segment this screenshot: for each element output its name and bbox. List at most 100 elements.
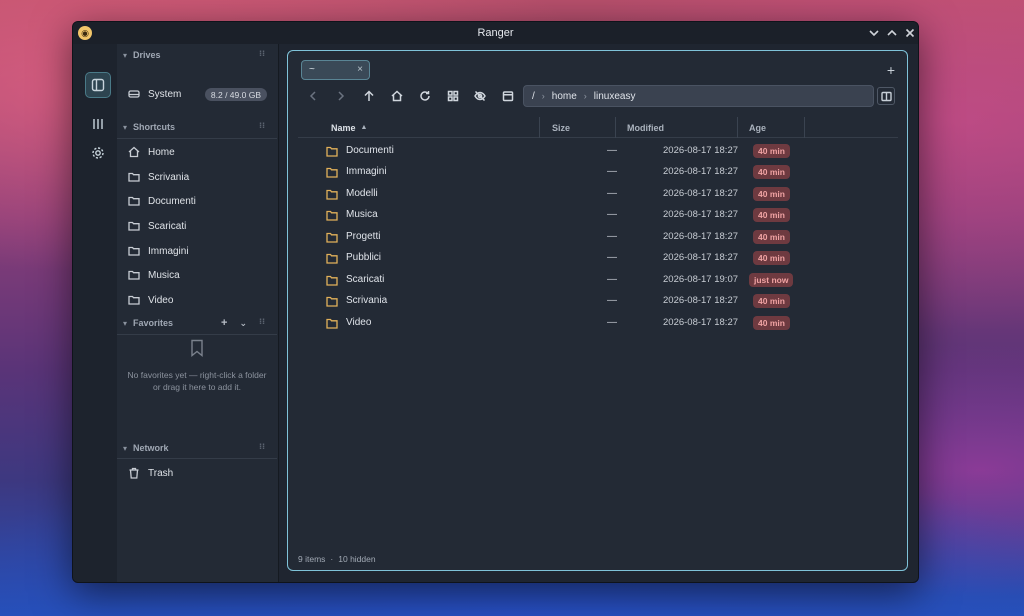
table-row[interactable]: Video — 2026-08-17 18:27 40 min bbox=[298, 313, 898, 334]
path-separator: › bbox=[541, 91, 545, 101]
grid-view-button[interactable] bbox=[443, 86, 463, 106]
section-header-favorites[interactable]: ▾ Favorites + ⌄ ⁝⁝ bbox=[117, 313, 277, 333]
forward-button[interactable] bbox=[331, 86, 351, 106]
divider bbox=[117, 138, 277, 139]
table-row[interactable]: Musica — 2026-08-17 18:27 40 min bbox=[298, 205, 898, 226]
favorites-empty-state: No favorites yet — right-click a folder … bbox=[117, 339, 277, 393]
path-segment-user[interactable]: linuxeasy bbox=[594, 91, 636, 102]
table-row[interactable]: Documenti — 2026-08-17 18:27 40 min bbox=[298, 141, 898, 162]
sidebar-item-label: Trash bbox=[148, 467, 174, 479]
path-segment-home[interactable]: home bbox=[552, 91, 577, 102]
table-row[interactable]: Immagini — 2026-08-17 18:27 40 min bbox=[298, 162, 898, 183]
minimize-button[interactable] bbox=[866, 25, 882, 41]
close-button[interactable] bbox=[902, 25, 918, 41]
home-icon bbox=[128, 146, 140, 158]
drag-handle-icon[interactable]: ⁝⁝ bbox=[259, 443, 265, 451]
drag-handle-icon[interactable]: ⁝⁝ bbox=[259, 50, 265, 58]
file-size: — bbox=[607, 145, 617, 156]
sidebar-item-immagini[interactable]: Immagini bbox=[117, 240, 277, 262]
refresh-button[interactable] bbox=[415, 86, 435, 106]
section-title: Shortcuts bbox=[133, 122, 176, 132]
column-divider[interactable] bbox=[539, 117, 540, 138]
folder-icon bbox=[326, 210, 338, 221]
chevron-down-icon: ▾ bbox=[123, 443, 128, 453]
hidden-count: 10 hidden bbox=[338, 554, 376, 564]
chevron-down-icon[interactable]: ⌄ bbox=[239, 318, 247, 329]
settings-button[interactable] bbox=[85, 140, 111, 166]
table-row[interactable]: Scrivania — 2026-08-17 18:27 40 min bbox=[298, 291, 898, 312]
column-header-size[interactable]: Size bbox=[552, 117, 570, 138]
section-header-drives[interactable]: ▾ Drives ⁝⁝ bbox=[117, 45, 277, 65]
section-title: Drives bbox=[133, 50, 161, 60]
toggle-hidden-button[interactable] bbox=[470, 86, 490, 106]
sidebar-item-video[interactable]: Video bbox=[117, 289, 277, 311]
column-label: Name bbox=[331, 122, 356, 133]
column-divider[interactable] bbox=[615, 117, 616, 138]
new-tab-button[interactable]: + bbox=[887, 62, 895, 78]
table-row[interactable]: Modelli — 2026-08-17 18:27 40 min bbox=[298, 184, 898, 205]
home-icon bbox=[391, 90, 403, 102]
split-view-button[interactable] bbox=[877, 87, 895, 105]
file-size: — bbox=[607, 252, 617, 263]
sidebar-item-label: Documenti bbox=[148, 195, 196, 207]
file-name: Progetti bbox=[346, 231, 381, 242]
column-divider[interactable] bbox=[737, 117, 738, 138]
column-header-age[interactable]: Age bbox=[749, 117, 766, 138]
file-name: Pubblici bbox=[346, 252, 382, 263]
folder-icon bbox=[326, 296, 338, 307]
column-header-modified[interactable]: Modified bbox=[627, 117, 664, 138]
places-sidebar: ▾ Drives ⁝⁝ System 8.2 / 49.0 GB ▾ Short… bbox=[117, 44, 279, 582]
sidebar-item-label: Video bbox=[148, 294, 174, 306]
sidebar-item-system[interactable]: System 8.2 / 49.0 GB bbox=[117, 83, 277, 105]
column-header-name[interactable]: Name ▲ bbox=[331, 117, 367, 138]
section-header-network[interactable]: ▾ Network ⁝⁝ bbox=[117, 438, 277, 458]
table-row[interactable]: Progetti — 2026-08-17 18:27 40 min bbox=[298, 227, 898, 248]
path-bar[interactable]: / › home › linuxeasy bbox=[523, 85, 874, 107]
sidebar-item-label: Home bbox=[148, 146, 175, 158]
sidebar-item-trash[interactable]: Trash bbox=[117, 462, 277, 484]
empty-hint-line-1: No favorites yet — right-click a folder bbox=[127, 370, 267, 380]
drive-icon bbox=[128, 90, 140, 98]
sidebar-item-scaricati[interactable]: Scaricati bbox=[117, 215, 277, 237]
folder-icon bbox=[128, 246, 140, 256]
folder-icon bbox=[326, 146, 338, 157]
drag-handle-icon[interactable]: ⁝⁝ bbox=[259, 122, 265, 130]
section-title: Favorites bbox=[133, 318, 174, 328]
back-button[interactable] bbox=[303, 86, 323, 106]
chevron-down-icon: ▾ bbox=[123, 50, 128, 60]
sidebar-toggle-button[interactable] bbox=[85, 72, 111, 98]
calendar-button[interactable] bbox=[498, 86, 518, 106]
folder-icon bbox=[326, 275, 338, 286]
path-root[interactable]: / bbox=[532, 91, 535, 102]
file-modified: 2026-08-17 18:27 bbox=[663, 166, 739, 177]
add-favorite-button[interactable]: + bbox=[221, 317, 227, 329]
age-badge: 40 min bbox=[753, 208, 790, 222]
sidebar-item-documenti[interactable]: Documenti bbox=[117, 190, 277, 212]
column-divider[interactable] bbox=[804, 117, 805, 138]
library-button[interactable] bbox=[85, 111, 111, 137]
age-badge: 40 min bbox=[753, 251, 790, 265]
close-icon bbox=[905, 28, 915, 38]
title-bar: ◉ Ranger bbox=[73, 22, 918, 44]
drag-handle-icon[interactable]: ⁝⁝ bbox=[259, 318, 265, 326]
folder-icon bbox=[128, 270, 140, 280]
table-row[interactable]: Scaricati — 2026-08-17 19:07 just now bbox=[298, 270, 898, 291]
tab-home[interactable]: ~ × bbox=[301, 60, 370, 80]
sidebar-item-home[interactable]: Home bbox=[117, 141, 277, 163]
calendar-icon bbox=[502, 91, 514, 102]
file-size: — bbox=[607, 274, 617, 285]
section-title: Network bbox=[133, 443, 169, 453]
eye-off-icon bbox=[474, 90, 486, 102]
tab-label: ~ bbox=[309, 64, 315, 75]
sidebar-item-musica[interactable]: Musica bbox=[117, 264, 277, 286]
folder-icon bbox=[326, 232, 338, 243]
table-row[interactable]: Pubblici — 2026-08-17 18:27 40 min bbox=[298, 248, 898, 269]
close-tab-icon[interactable]: × bbox=[357, 64, 363, 75]
home-button[interactable] bbox=[387, 86, 407, 106]
maximize-button[interactable] bbox=[884, 25, 900, 41]
empty-hint-line-2: or drag it here to add it. bbox=[153, 382, 241, 392]
sidebar-item-scrivania[interactable]: Scrivania bbox=[117, 166, 277, 188]
section-header-shortcuts[interactable]: ▾ Shortcuts ⁝⁝ bbox=[117, 117, 277, 137]
up-button[interactable] bbox=[359, 86, 379, 106]
divider bbox=[117, 458, 277, 459]
